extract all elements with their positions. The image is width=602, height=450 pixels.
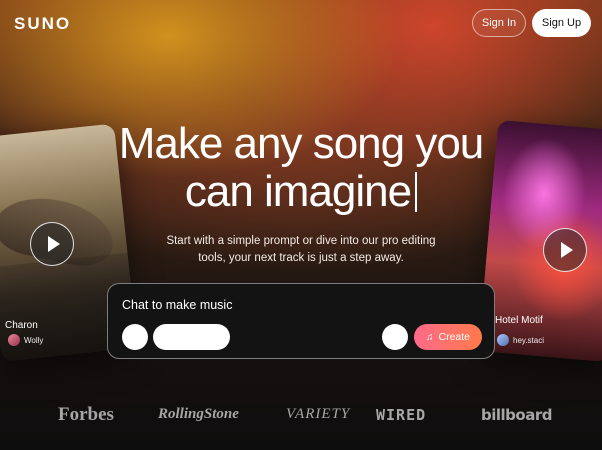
headline-line-2: can imagine (0, 168, 602, 216)
forbes-logo: Forbes (58, 404, 114, 425)
chat-option-round-button[interactable] (122, 324, 148, 350)
artist-name: hey.staci (513, 335, 544, 345)
song-card-artist: hey.staci (497, 334, 544, 346)
top-navigation: SUNO Sign In Sign Up (0, 0, 602, 46)
song-card-title: Charon (5, 320, 38, 331)
text-caret (415, 172, 418, 212)
chat-prompt-box[interactable]: Chat to make music ♫ Create (107, 283, 495, 359)
headline-line-1: Make any song you (118, 119, 485, 168)
sign-in-button[interactable]: Sign In (472, 9, 526, 37)
play-icon (48, 236, 60, 252)
artist-avatar (497, 334, 509, 346)
chat-option-round-button-right[interactable] (382, 324, 408, 350)
play-button-right[interactable] (543, 228, 587, 272)
artist-name: Wolly (24, 335, 44, 345)
sign-up-button[interactable]: Sign Up (532, 9, 591, 37)
song-card-title: Hotel Motif (495, 315, 543, 326)
rolling-stone-logo: RollingStone (158, 406, 239, 422)
create-label: Create (438, 331, 470, 343)
variety-logo: VARIETY (286, 406, 351, 422)
wired-logo: WIRED (376, 406, 427, 424)
billboard-logo: billboard (481, 406, 552, 424)
hero-subtitle: Start with a simple prompt or dive into … (166, 235, 436, 264)
suno-logo[interactable]: SUNO (14, 14, 71, 34)
song-card-artist: Wolly (8, 334, 43, 346)
headline-line-2-text: can imagine (184, 167, 412, 216)
chat-label: Chat to make music (122, 298, 233, 312)
artist-avatar (8, 334, 20, 346)
create-button[interactable]: ♫ Create (414, 324, 482, 350)
play-button-left[interactable] (30, 222, 74, 266)
hero-headline: Make any song you can imagine (0, 120, 602, 216)
chat-option-pill-button[interactable] (153, 324, 230, 350)
play-icon (561, 242, 573, 258)
press-logos: Forbes RollingStone VARIETY WIRED billbo… (0, 396, 602, 436)
music-note-icon: ♫ (425, 331, 434, 343)
